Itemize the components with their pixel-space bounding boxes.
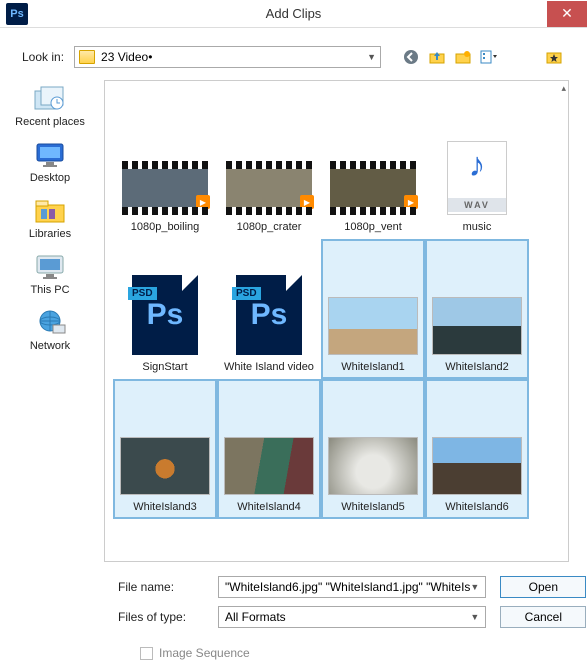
sidebar-item-label: Recent places	[15, 116, 85, 128]
dialog-title: Add Clips	[0, 6, 587, 21]
file-item[interactable]: WhiteIsland2	[425, 239, 529, 379]
filename-input[interactable]: "WhiteIsland6.jpg" "WhiteIsland1.jpg" "W…	[218, 576, 486, 598]
file-item[interactable]: WhiteIsland5	[321, 379, 425, 519]
filename-label: File name:	[118, 580, 204, 594]
image-thumbnail	[328, 437, 418, 495]
sidebar-item-network[interactable]: Network	[30, 308, 70, 352]
app-icon: Ps	[6, 3, 28, 25]
scroll-up-icon[interactable]: ▴	[561, 83, 566, 94]
sidebar-item-label: Network	[30, 340, 70, 352]
sidebar-item-thispc[interactable]: This PC	[30, 252, 69, 296]
file-item[interactable]: PSDPs White Island video	[217, 239, 321, 379]
video-thumbnail: ▶	[330, 161, 416, 215]
ps-logo: Ps	[147, 298, 184, 332]
ps-logo: Ps	[251, 298, 288, 332]
image-thumbnail	[224, 437, 314, 495]
play-icon: ▶	[300, 195, 314, 209]
sidebar-item-desktop[interactable]: Desktop	[30, 140, 70, 184]
folder-icon	[79, 50, 95, 64]
file-item[interactable]: PSDPs SignStart	[113, 239, 217, 379]
image-thumbnail	[328, 297, 418, 355]
lookin-dropdown[interactable]: 23 Video• ▼	[74, 46, 381, 68]
close-button[interactable]: ✕	[547, 1, 587, 27]
file-item[interactable]: ▶ 1080p_crater	[217, 99, 321, 239]
file-item[interactable]: WhiteIsland6	[425, 379, 529, 519]
new-folder-icon[interactable]	[453, 47, 473, 67]
image-thumbnail	[120, 437, 210, 495]
video-thumbnail: ▶	[226, 161, 312, 215]
file-item[interactable]: WhiteIsland4	[217, 379, 321, 519]
filetype-dropdown[interactable]: All Formats ▼	[218, 606, 486, 628]
image-thumbnail	[432, 437, 522, 495]
file-item[interactable]: ▶ 1080p_vent	[321, 99, 425, 239]
file-item[interactable]: WhiteIsland3	[113, 379, 217, 519]
file-label: WhiteIsland5	[327, 501, 419, 513]
file-label: 1080p_crater	[223, 221, 315, 233]
play-icon: ▶	[404, 195, 418, 209]
sidebar-item-recent[interactable]: Recent places	[15, 84, 85, 128]
chevron-down-icon: ▼	[470, 582, 479, 592]
image-sequence-label: Image Sequence	[159, 646, 250, 660]
filetype-label: Files of type:	[118, 610, 204, 624]
file-label: WhiteIsland4	[223, 501, 315, 513]
file-label: WhiteIsland1	[327, 361, 419, 373]
sidebar-item-label: Desktop	[30, 172, 70, 184]
image-thumbnail	[432, 297, 522, 355]
up-folder-icon[interactable]	[427, 47, 447, 67]
file-label: WhiteIsland3	[119, 501, 211, 513]
filetype-value: All Formats	[225, 610, 470, 624]
psd-thumbnail: PSDPs	[236, 275, 302, 355]
chevron-down-icon: ▼	[470, 612, 479, 622]
view-menu-icon[interactable]	[479, 47, 499, 67]
file-label: WhiteIsland6	[431, 501, 523, 513]
sidebar-item-label: This PC	[30, 284, 69, 296]
favorites-icon[interactable]	[545, 47, 565, 67]
file-list[interactable]: ▴ ▶ 1080p_boiling ▶ 1080p_crater ▶ 1080p_vent…	[104, 80, 569, 562]
image-sequence-checkbox[interactable]	[140, 647, 153, 660]
file-label: White Island video	[223, 361, 315, 373]
wav-badge: WAV	[448, 198, 506, 212]
file-item[interactable]: ▶ 1080p_boiling	[113, 99, 217, 239]
file-label: WhiteIsland2	[431, 361, 523, 373]
back-icon[interactable]	[401, 47, 421, 67]
sidebar-item-libraries[interactable]: Libraries	[29, 196, 71, 240]
file-label: 1080p_vent	[327, 221, 419, 233]
cancel-button[interactable]: Cancel	[500, 606, 586, 628]
lookin-value: 23 Video•	[101, 50, 367, 64]
psd-badge: PSD	[232, 287, 261, 300]
file-label: 1080p_boiling	[119, 221, 211, 233]
music-note-icon: ♪	[469, 148, 486, 182]
file-label: SignStart	[119, 361, 211, 373]
video-thumbnail: ▶	[122, 161, 208, 215]
file-label: music	[431, 221, 523, 233]
lookin-toolbar: Look in: 23 Video• ▼	[0, 28, 587, 76]
places-sidebar: Recent places Desktop Libraries This PC …	[0, 76, 100, 566]
titlebar: Ps Add Clips ✕	[0, 0, 587, 28]
open-button[interactable]: Open	[500, 576, 586, 598]
file-item[interactable]: WhiteIsland1	[321, 239, 425, 379]
psd-badge: PSD	[128, 287, 157, 300]
audio-thumbnail: ♪ WAV	[447, 141, 507, 215]
sidebar-item-label: Libraries	[29, 228, 71, 240]
psd-thumbnail: PSDPs	[132, 275, 198, 355]
play-icon: ▶	[196, 195, 210, 209]
chevron-down-icon: ▼	[367, 52, 376, 62]
filename-value: "WhiteIsland6.jpg" "WhiteIsland1.jpg" "W…	[225, 580, 470, 594]
file-item[interactable]: ♪ WAV music	[425, 99, 529, 239]
lookin-label: Look in:	[22, 50, 64, 64]
